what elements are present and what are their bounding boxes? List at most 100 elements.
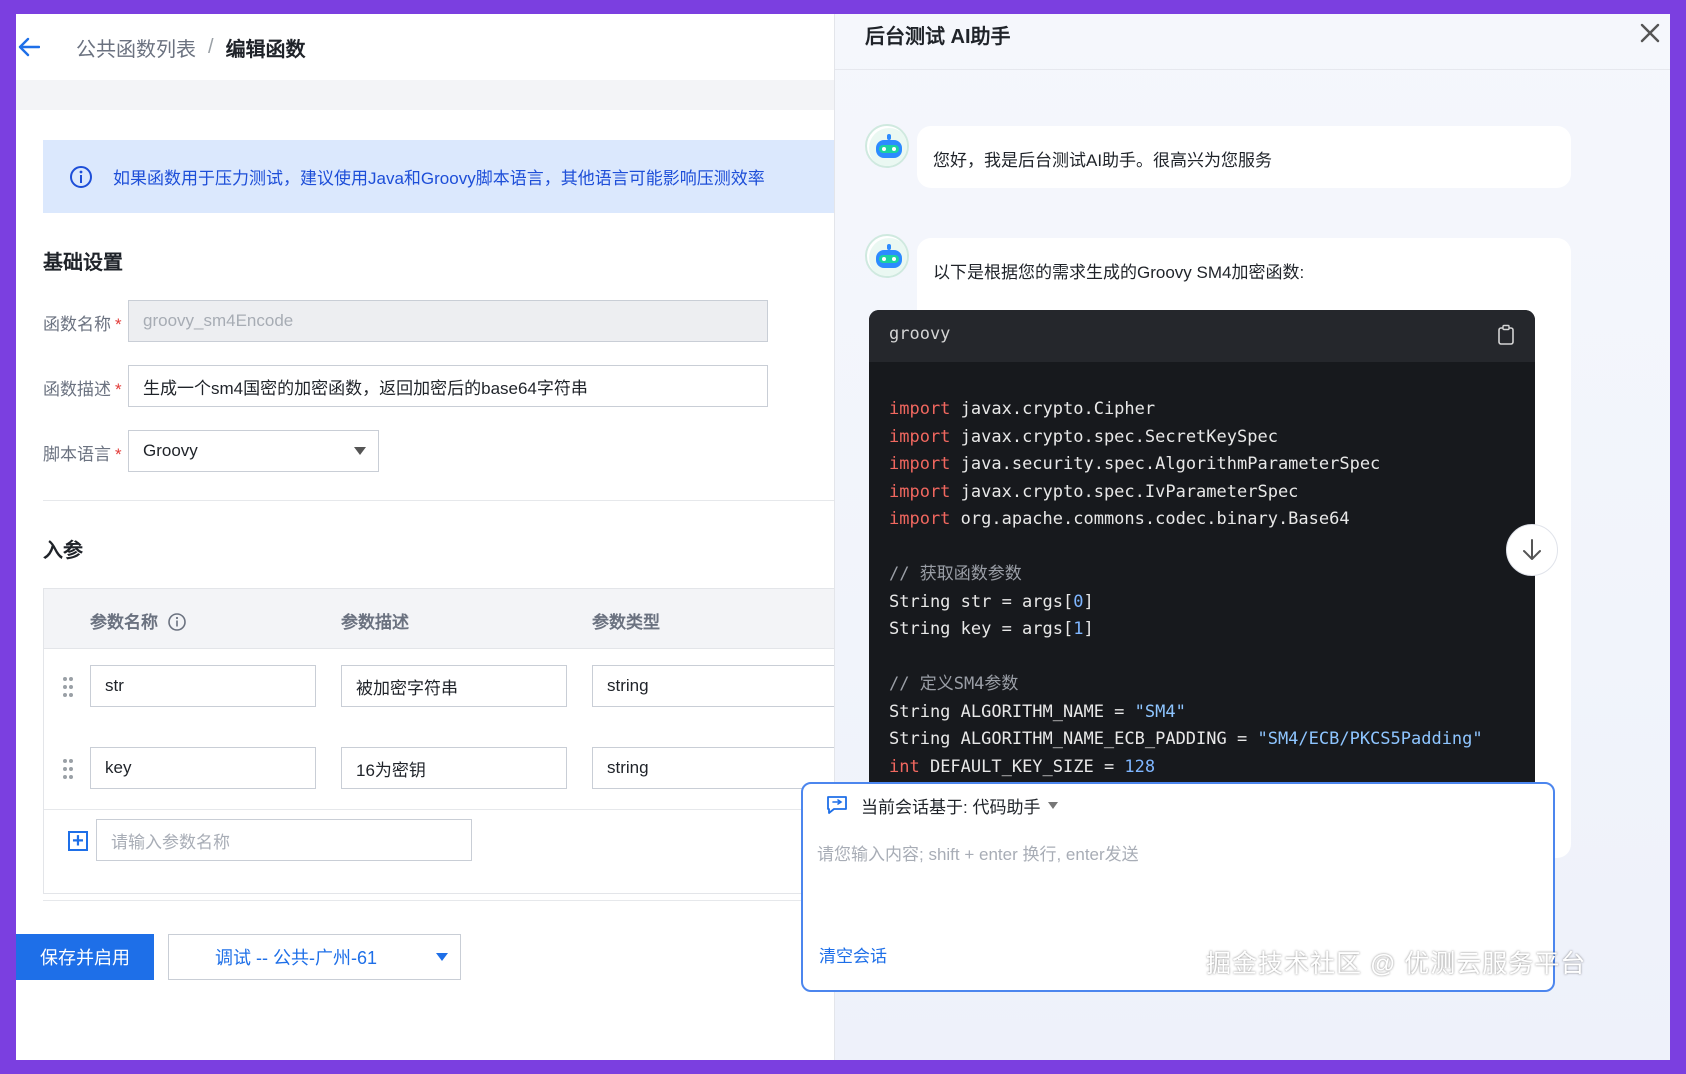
code-token: ] xyxy=(1083,591,1094,612)
header-param-desc: 参数描述 xyxy=(341,613,409,632)
info-icon[interactable] xyxy=(167,612,187,632)
drag-handle-icon[interactable] xyxy=(63,677,73,701)
chat-input[interactable]: 请您输入内容; shift + enter 换行, enter发送 xyxy=(817,840,1139,865)
code-token: String key = args[ xyxy=(889,619,1074,639)
code-token: import xyxy=(889,454,951,474)
new-param-name-input[interactable]: 请输入参数名称 xyxy=(96,819,472,861)
code-token: ] xyxy=(1083,619,1094,639)
action-bar: 保存并启用 调试 -- 公共-广州-61 xyxy=(16,934,834,990)
notice-text: 如果函数用于压力测试，建议使用Java和Groovy脚本语言，其他语言可能影响压… xyxy=(113,169,765,188)
code-token: // 定义SM4参数 xyxy=(889,674,1019,694)
code-token: org.apache.commons.codec.binary.Base64 xyxy=(950,509,1350,529)
param-type-input[interactable]: string xyxy=(592,665,835,707)
param-type-input[interactable]: string xyxy=(592,747,835,789)
chat-switch-icon xyxy=(827,796,847,814)
param-name-input[interactable]: str xyxy=(90,665,316,707)
assistant-greeting: 您好，我是后台测试AI助手。很高兴为您服务 xyxy=(933,151,1273,170)
robot-icon xyxy=(869,238,907,276)
code-line: import org.apache.commons.codec.binary.B… xyxy=(889,506,1483,534)
add-param-icon[interactable]: + xyxy=(68,831,88,851)
code-token: java.security.spec.AlgorithmParameterSpe… xyxy=(950,454,1381,474)
code-token: 0 xyxy=(1073,591,1084,612)
code-line: int DEFAULT_KEY_SIZE = 128 xyxy=(889,754,1483,782)
info-notice: 如果函数用于压力测试，建议使用Java和Groovy脚本语言，其他语言可能影响压… xyxy=(43,140,834,213)
function-editor-panel: 公共函数列表 / 编辑函数 如果函数用于压力测试，建议使用Java和Groovy… xyxy=(16,14,835,1060)
code-line: import java.security.spec.AlgorithmParam… xyxy=(889,451,1483,479)
watermark: 掘金技术社区 @ 优测云服务平台 xyxy=(1206,950,1587,978)
code-token: import xyxy=(889,481,951,502)
section-divider xyxy=(43,900,834,901)
function-name-input[interactable]: groovy_sm4Encode xyxy=(128,300,768,342)
session-label: 当前会话基于: 代码助手 xyxy=(861,797,1041,817)
top-bar: 公共函数列表 / 编辑函数 xyxy=(16,14,834,80)
basic-settings-title: 基础设置 xyxy=(43,252,123,274)
params-table-header: 参数名称 参数描述 参数类型 xyxy=(44,589,834,649)
chevron-down-icon xyxy=(435,953,448,961)
param-name-input[interactable]: key xyxy=(90,747,316,789)
code-line: import javax.crypto.Cipher xyxy=(889,396,1483,424)
code-token: String ALGORITHM_NAME_ECB_PADDING = xyxy=(889,729,1258,749)
script-language-value: Groovy xyxy=(143,441,198,460)
code-token: "SM4/ECB/PKCS5Padding" xyxy=(1257,729,1483,749)
code-token: String ALGORITHM_NAME = xyxy=(889,701,1135,722)
code-token: javax.crypto.spec.IvParameterSpec xyxy=(950,481,1299,502)
info-icon xyxy=(70,165,92,188)
code-line: String ALGORITHM_NAME_ECB_PADDING = "SM4… xyxy=(889,726,1483,754)
params-table: 参数名称 参数描述 参数类型 str 被加密字符串 string key 16为… xyxy=(43,588,835,894)
save-enable-button[interactable]: 保存并启用 xyxy=(16,934,154,980)
robot-icon xyxy=(869,128,907,166)
scroll-to-bottom-button[interactable] xyxy=(1506,524,1558,576)
assistant-header: 后台测试 AI助手 xyxy=(835,14,1670,70)
code-line: String key = args[1] xyxy=(889,616,1483,644)
assistant-message-bubble: 您好，我是后台测试AI助手。很高兴为您服务 xyxy=(917,126,1571,188)
code-token: javax.crypto.spec.SecretKeySpec xyxy=(950,426,1278,447)
header-divider-strip xyxy=(16,80,834,110)
function-name-label: 函数名称 * xyxy=(43,310,122,335)
debug-button[interactable]: 调试 -- 公共-广州-61 xyxy=(168,934,424,980)
required-mark: * xyxy=(115,380,122,399)
script-language-select[interactable]: Groovy xyxy=(128,430,379,472)
script-language-label-text: 脚本语言 xyxy=(43,445,111,464)
arrow-down-icon xyxy=(1523,539,1541,560)
code-line: // 定义SM4参数 xyxy=(889,671,1483,699)
session-selector[interactable]: 当前会话基于: 代码助手 xyxy=(803,784,1553,826)
close-icon[interactable] xyxy=(1637,20,1663,46)
breadcrumb-separator: / xyxy=(208,35,214,58)
params-title: 入参 xyxy=(43,540,83,562)
assistant-avatar xyxy=(865,124,909,168)
clear-session-button[interactable]: 清空会话 xyxy=(819,942,887,967)
section-divider xyxy=(43,500,834,501)
code-token: // 获取函数参数 xyxy=(889,564,1022,584)
breadcrumb-current: 编辑函数 xyxy=(225,38,306,61)
code-line: import javax.crypto.spec.SecretKeySpec xyxy=(889,424,1483,452)
param-desc-input[interactable]: 16为密钥 xyxy=(341,747,567,789)
code-token: DEFAULT_KEY_SIZE = xyxy=(919,756,1125,777)
assistant-avatar xyxy=(865,234,909,278)
code-content: import javax.crypto.Cipher import javax.c… xyxy=(889,396,1483,820)
param-desc-input[interactable]: 被加密字符串 xyxy=(341,665,567,707)
drag-handle-icon[interactable] xyxy=(63,759,73,783)
code-line: import javax.crypto.spec.IvParameterSpec xyxy=(889,479,1483,507)
function-name-label-text: 函数名称 xyxy=(43,315,111,334)
back-arrow-icon[interactable] xyxy=(16,34,42,60)
breadcrumb-parent[interactable]: 公共函数列表 xyxy=(76,33,196,62)
copy-icon[interactable] xyxy=(1497,324,1515,346)
breadcrumb: 公共函数列表 / 编辑函数 xyxy=(76,33,306,62)
code-token: import xyxy=(889,399,951,419)
dropdown-arrow-icon xyxy=(354,447,366,455)
code-token: int xyxy=(889,756,920,777)
code-header: groovy xyxy=(869,310,1535,362)
assistant-title: 后台测试 AI助手 xyxy=(865,26,1011,48)
debug-dropdown-button[interactable] xyxy=(423,934,461,980)
header-param-name-text: 参数名称 xyxy=(90,613,158,632)
function-desc-input[interactable]: 生成一个sm4国密的加密函数，返回加密后的base64字符串 xyxy=(128,365,768,407)
code-line: String ALGORITHM_NAME = "SM4" xyxy=(889,699,1483,727)
row-divider xyxy=(44,809,835,810)
code-language: groovy xyxy=(889,324,951,344)
code-block: groovy import javax.crypto.Cipher import … xyxy=(869,310,1535,820)
code-line: // 获取函数参数 xyxy=(889,561,1483,589)
function-desc-label-text: 函数描述 xyxy=(43,380,111,399)
code-line: String str = args[0] xyxy=(889,589,1483,617)
